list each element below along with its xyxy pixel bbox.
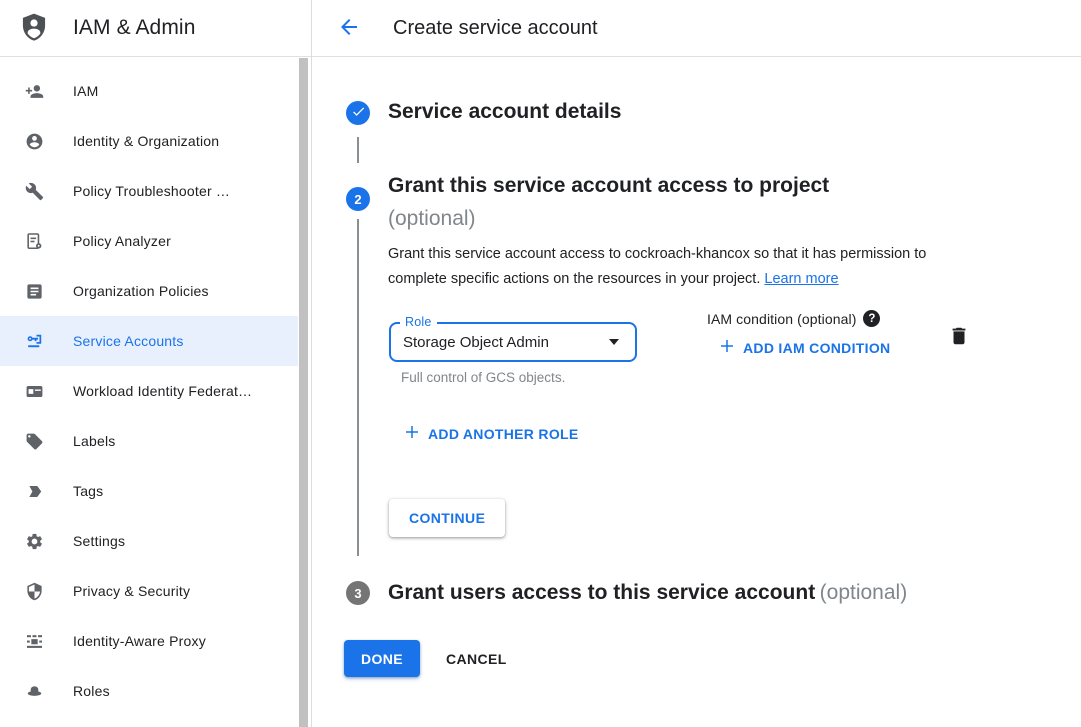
sidebar-header: IAM & Admin (0, 0, 311, 57)
step3-optional-label: (optional) (820, 581, 908, 604)
wrench-icon (24, 181, 44, 201)
step3-title: Grant users access to this service accou… (388, 581, 815, 604)
role-select-label: Role (400, 315, 437, 329)
product-name: IAM & Admin (73, 16, 195, 40)
step2-optional-label: (optional) (388, 202, 829, 235)
main-panel: Create service account Service account d… (312, 0, 1081, 727)
step2-number-circle: 2 (346, 187, 370, 211)
step3-number-circle: 3 (346, 581, 370, 605)
person-add-icon (24, 81, 44, 101)
add-iam-condition-button[interactable]: ADD IAM CONDITION (718, 337, 890, 358)
iam-condition-block: IAM condition (optional) ? ADD IAM CONDI… (707, 310, 890, 358)
sidebar-item-label: Organization Policies (73, 283, 209, 299)
step3-number: 3 (354, 586, 361, 601)
sidebar-item-label: Settings (73, 533, 125, 549)
sidebar-item-label: Tags (73, 483, 103, 499)
sidebar-item-label: Labels (73, 433, 115, 449)
sidebar-item-label: Roles (73, 683, 110, 699)
cancel-button[interactable]: CANCEL (442, 640, 511, 677)
sidebar-item-roles[interactable]: Roles (0, 666, 299, 716)
add-another-role-button[interactable]: ADD ANOTHER ROLE (403, 423, 579, 444)
learn-more-link[interactable]: Learn more (764, 271, 838, 287)
tag-icon (24, 431, 44, 451)
role-select-value: Storage Object Admin (403, 334, 609, 351)
sidebar-nav: IAM Identity & Organization Policy Troub… (0, 57, 311, 716)
shield-half-icon (24, 581, 44, 601)
sidebar-item-label: Identity & Organization (73, 133, 219, 149)
trash-icon (948, 335, 970, 350)
account-circle-icon (24, 131, 44, 151)
back-button[interactable] (337, 16, 361, 40)
step2-number: 2 (354, 192, 361, 207)
sidebar-item-label: Privacy & Security (73, 583, 190, 599)
service-account-key-icon (24, 331, 44, 351)
help-icon[interactable]: ? (863, 310, 880, 327)
arrow-back-icon (337, 15, 361, 42)
sidebar-item-tags[interactable]: Tags (0, 466, 299, 516)
role-select[interactable]: Role Storage Object Admin (389, 322, 637, 362)
sidebar-item-label: Identity-Aware Proxy (73, 633, 206, 649)
sidebar-item-label: Policy Troubleshooter … (73, 183, 230, 199)
step-connector (357, 219, 359, 556)
done-button[interactable]: DONE (344, 640, 420, 677)
sidebar-item-labels[interactable]: Labels (0, 416, 299, 466)
step-connector (357, 137, 359, 163)
page-title: Create service account (393, 17, 598, 40)
sidebar-item-identity-aware-proxy[interactable]: Identity-Aware Proxy (0, 616, 299, 666)
card-icon (24, 381, 44, 401)
sidebar-item-workload-identity-federation[interactable]: Workload Identity Federat… (0, 366, 299, 416)
proxy-gateway-icon (24, 631, 44, 651)
sidebar-item-identity-organization[interactable]: Identity & Organization (0, 116, 299, 166)
sidebar-item-label: Policy Analyzer (73, 233, 171, 249)
sidebar-item-privacy-security[interactable]: Privacy & Security (0, 566, 299, 616)
sidebar-scrollbar (298, 57, 310, 727)
step2-heading: Grant this service account access to pro… (388, 169, 829, 235)
plus-icon (403, 423, 428, 444)
gear-icon (24, 531, 44, 551)
iam-condition-label: IAM condition (optional) (707, 311, 856, 327)
chevron-down-icon (609, 339, 619, 345)
step2-title: Grant this service account access to pro… (388, 169, 829, 202)
sidebar-item-label: Service Accounts (73, 333, 184, 349)
sidebar-item-settings[interactable]: Settings (0, 516, 299, 566)
step2-description: Grant this service account access to coc… (388, 242, 988, 292)
sidebar-item-iam[interactable]: IAM (0, 66, 299, 116)
hat-icon (24, 681, 44, 701)
step1-status-circle (346, 101, 370, 125)
sidebar-item-policy-analyzer[interactable]: Policy Analyzer (0, 216, 299, 266)
article-icon (24, 281, 44, 301)
check-icon (351, 104, 366, 122)
sidebar-scrollbar-thumb[interactable] (299, 58, 308, 727)
delete-role-button[interactable] (947, 325, 971, 349)
step1-title: Service account details (388, 100, 621, 124)
sidebar-item-label: Workload Identity Federat… (73, 383, 252, 399)
sidebar-item-service-accounts[interactable]: Service Accounts (0, 316, 299, 366)
step3-heading: Grant users access to this service accou… (388, 581, 907, 605)
sidebar-item-label: IAM (73, 83, 99, 99)
continue-button[interactable]: CONTINUE (389, 499, 505, 537)
sidebar-item-policy-troubleshooter[interactable]: Policy Troubleshooter … (0, 166, 299, 216)
sidebar: IAM & Admin IAM Identity & Organization … (0, 0, 312, 727)
arrow-tag-icon (24, 481, 44, 501)
document-search-icon (24, 231, 44, 251)
role-helper-text: Full control of GCS objects. (401, 370, 565, 385)
plus-icon (718, 337, 743, 358)
iam-admin-shield-icon (20, 12, 48, 44)
page-header: Create service account (312, 0, 1081, 57)
sidebar-item-organization-policies[interactable]: Organization Policies (0, 266, 299, 316)
